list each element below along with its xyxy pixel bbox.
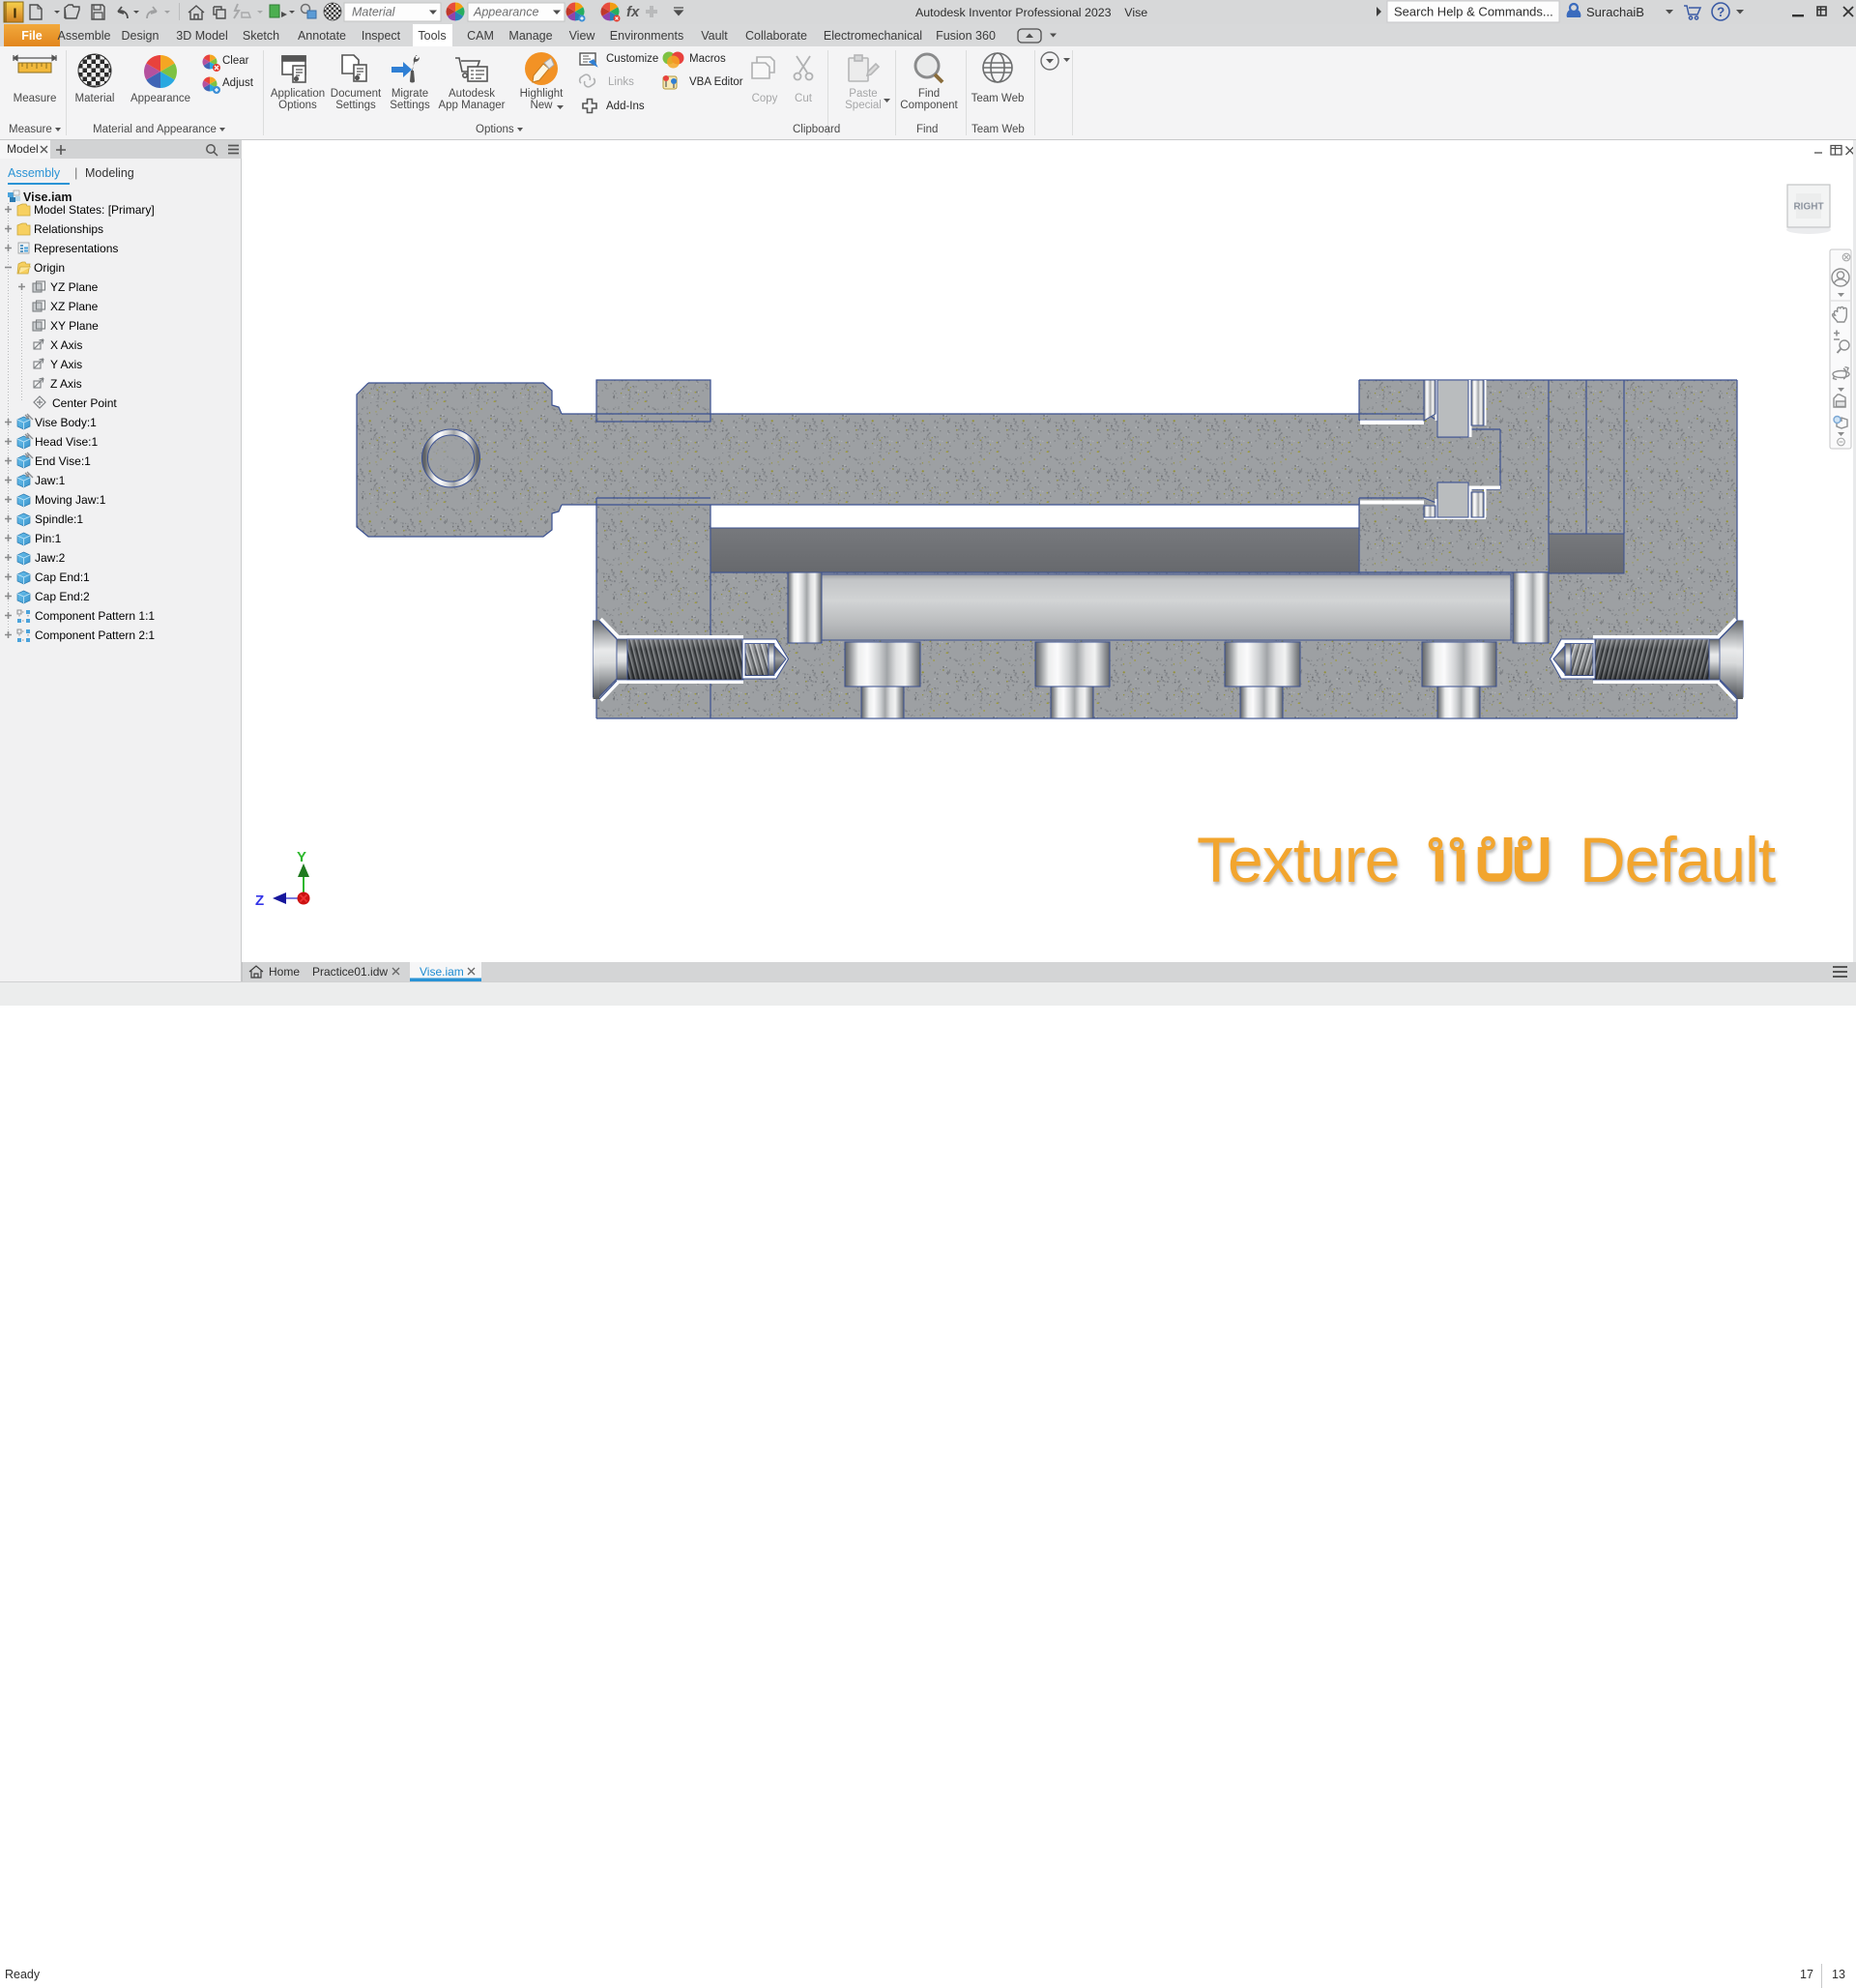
- svg-text:Collaborate: Collaborate: [745, 29, 807, 43]
- svg-text:Z: Z: [255, 892, 264, 909]
- svg-text:Origin: Origin: [34, 261, 65, 275]
- svg-text:YZ Plane: YZ Plane: [50, 280, 99, 294]
- svg-text:XZ Plane: XZ Plane: [50, 300, 99, 313]
- svg-text:CAM: CAM: [467, 29, 494, 43]
- svg-text:fx: fx: [626, 4, 640, 20]
- svg-text:Moving Jaw:1: Moving Jaw:1: [35, 493, 106, 507]
- svg-text:Component Pattern 1:1: Component Pattern 1:1: [35, 609, 155, 623]
- svg-text:Z Axis: Z Axis: [50, 377, 82, 391]
- svg-text:Representations: Representations: [34, 242, 118, 255]
- svg-text:Fusion 360: Fusion 360: [936, 29, 996, 43]
- svg-text:XY Plane: XY Plane: [50, 319, 99, 333]
- svg-text:Appearance: Appearance: [473, 6, 538, 19]
- svg-text:Jaw:1: Jaw:1: [35, 474, 66, 487]
- svg-text:Inspect: Inspect: [362, 29, 401, 43]
- svg-text:Annotate: Annotate: [298, 29, 346, 43]
- svg-text:Default: Default: [1580, 824, 1776, 895]
- svg-text:Component Pattern 2:1: Component Pattern 2:1: [35, 629, 155, 642]
- svg-text:Vise Body:1: Vise Body:1: [35, 416, 97, 429]
- svg-text:Head Vise:1: Head Vise:1: [35, 435, 98, 449]
- svg-text:Y: Y: [297, 849, 306, 865]
- svg-text:I: I: [13, 6, 16, 22]
- svg-text:Cap End:1: Cap End:1: [35, 570, 90, 584]
- svg-text:?: ?: [1717, 5, 1725, 19]
- svg-text:End Vise:1: End Vise:1: [35, 454, 91, 468]
- svg-text:Practice01.idw: Practice01.idw: [312, 965, 388, 979]
- svg-text:Home: Home: [269, 965, 300, 979]
- svg-text:Pin:1: Pin:1: [35, 532, 62, 545]
- svg-text:Vise.iam: Vise.iam: [23, 190, 72, 204]
- svg-text:X Axis: X Axis: [50, 338, 82, 352]
- svg-text:File: File: [21, 29, 43, 43]
- svg-text:Spindle:1: Spindle:1: [35, 512, 83, 526]
- svg-text:Sketch: Sketch: [243, 29, 279, 43]
- svg-text:Vise.iam: Vise.iam: [420, 965, 464, 979]
- svg-text:Search Help & Commands...: Search Help & Commands...: [1394, 5, 1553, 19]
- svg-text:Tools: Tools: [418, 29, 446, 43]
- svg-text:Jaw:2: Jaw:2: [35, 551, 66, 565]
- svg-text:Environments: Environments: [610, 29, 683, 43]
- svg-text:Vault: Vault: [701, 29, 728, 43]
- svg-text:Electromechanical: Electromechanical: [824, 29, 922, 43]
- svg-text:Material: Material: [352, 6, 396, 19]
- svg-text:Y Axis: Y Axis: [50, 358, 82, 371]
- svg-text:Texture: Texture: [1197, 824, 1399, 895]
- svg-text:Cap End:2: Cap End:2: [35, 590, 90, 603]
- svg-text:View: View: [569, 29, 596, 43]
- svg-text:RIGHT: RIGHT: [1793, 202, 1823, 213]
- svg-text:Assemble: Assemble: [58, 29, 111, 43]
- svg-text:Relationships: Relationships: [34, 222, 103, 236]
- svg-text:Model States: [Primary]: Model States: [Primary]: [34, 203, 155, 217]
- svg-text:Manage: Manage: [508, 29, 552, 43]
- svg-text:Center Point: Center Point: [52, 396, 117, 410]
- svg-text:SurachaiB: SurachaiB: [1586, 5, 1644, 19]
- svg-text:Design: Design: [122, 29, 160, 43]
- svg-text:3D Model: 3D Model: [176, 29, 228, 43]
